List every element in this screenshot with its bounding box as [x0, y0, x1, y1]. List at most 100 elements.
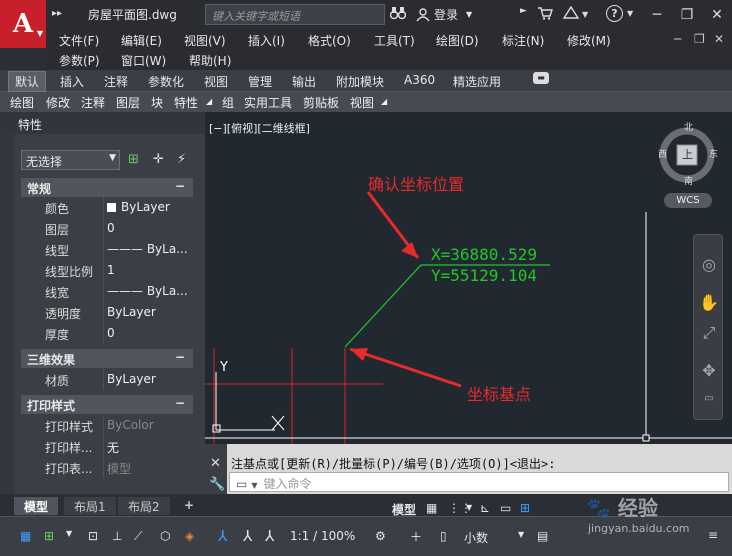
menu-help[interactable]: 帮助(H) [189, 52, 231, 69]
panel-modify[interactable]: 修改 [46, 94, 70, 111]
viewcube-top-face[interactable]: 上 [682, 146, 693, 162]
quick-properties-icon[interactable]: ▤ [537, 529, 548, 543]
orbit-icon[interactable]: ✥ [698, 361, 720, 383]
selection-dropdown[interactable]: 无选择 ▼ [21, 150, 120, 170]
snap-mode-icon[interactable]: ⊞ [44, 529, 54, 543]
units-value[interactable]: 小数 [464, 529, 488, 546]
customize-status-icon[interactable]: ≡ [708, 528, 718, 542]
menu-edit[interactable]: 编辑(E) [121, 32, 162, 49]
quick-select-icon[interactable]: ⚡ [177, 152, 186, 167]
steering-wheel-icon[interactable]: ◎ [698, 255, 720, 277]
app-logo-button[interactable]: A ▼ [0, 0, 46, 48]
property-row[interactable]: 打印样式 ByColor [21, 415, 193, 436]
menu-dimension[interactable]: 标注(N) [502, 32, 544, 49]
property-row[interactable]: 打印样... 无 [21, 436, 193, 457]
property-row[interactable]: 打印表... 模型 [21, 457, 193, 478]
restore-icon[interactable]: ❐ [672, 0, 702, 30]
panel-groups[interactable]: 组 [222, 94, 234, 111]
gear-icon[interactable]: ⚙ [375, 529, 386, 543]
isometric-icon[interactable]: ⬡ [160, 529, 170, 543]
tab-manage[interactable]: 管理 [248, 73, 272, 90]
menu-insert[interactable]: 插入(I) [248, 32, 285, 49]
zoom-extents-icon[interactable]: ⤢ [698, 323, 720, 345]
panel-layers[interactable]: 图层 [116, 94, 140, 111]
login-button[interactable]: 登录 ▼ [416, 6, 472, 23]
menu-window[interactable]: 窗口(W) [121, 52, 166, 69]
tab-layout1[interactable]: 布局1 [64, 497, 116, 515]
section-general[interactable]: 常规 − [21, 178, 193, 197]
panel-expand-icon[interactable]: ◢ [206, 97, 212, 106]
more-arrow-icon[interactable]: ► [520, 6, 527, 16]
annotation-scale-value[interactable]: 1:1 / 100% [290, 529, 355, 543]
tab-annotate[interactable]: 注释 [104, 73, 128, 90]
command-input[interactable]: ▭ ▼ 键入命令 [229, 472, 729, 492]
search-input[interactable]: 键入关键字或短语 [205, 4, 385, 25]
cart-icon[interactable] [537, 6, 553, 24]
panel-clipboard[interactable]: 剪贴板 [303, 94, 339, 111]
property-row[interactable]: 厚度 0 [21, 323, 193, 344]
property-row[interactable]: 线型比例 1 [21, 260, 193, 281]
add-layout-button[interactable]: + [174, 497, 204, 515]
menu-tools[interactable]: 工具(T) [374, 32, 415, 49]
wrench-icon[interactable]: 🔧 [209, 477, 225, 492]
menu-format[interactable]: 格式(O) [308, 32, 351, 49]
chevron-down-icon[interactable]: ▼ [466, 503, 472, 512]
property-row[interactable]: 图层 0 [21, 218, 193, 239]
auto-scale-icon[interactable]: ⅄ [243, 527, 252, 545]
tab-model[interactable]: 模型 [14, 497, 59, 515]
grid-icon[interactable]: ▦ [20, 529, 31, 543]
property-row[interactable]: 线型 ——— ByLa... [21, 239, 193, 260]
close-doc-icon[interactable]: ✕ [714, 32, 724, 46]
compass-north[interactable]: 北 [684, 120, 693, 133]
tab-view[interactable]: 视图 [204, 73, 228, 90]
section-3d-effects[interactable]: 三维效果 − [21, 349, 193, 368]
ortho-mode-icon[interactable]: ⊞ [520, 501, 530, 515]
panel-properties[interactable]: 特性 [174, 94, 198, 111]
restore-doc-icon[interactable]: ❐ [694, 32, 705, 46]
ortho-icon[interactable]: ⊥ [112, 529, 122, 543]
toggle-pickadd-icon[interactable]: ⊞ [128, 152, 139, 167]
showmotion-icon[interactable]: ▭ [698, 393, 720, 415]
annotation-scale-icon[interactable]: ⅄ [265, 527, 274, 545]
ribbon-toggle-icon[interactable]: ▬ [533, 72, 549, 84]
panel-block[interactable]: 块 [151, 94, 163, 111]
help-button[interactable]: ? ▼ [606, 5, 633, 22]
tab-layout2[interactable]: 布局2 [118, 497, 170, 515]
quick-access-toolbar-icon[interactable]: ▸▸ [52, 8, 62, 19]
chevron-down-icon[interactable]: ▼ [66, 529, 72, 538]
property-row[interactable]: 线宽 ——— ByLa... [21, 281, 193, 302]
tab-insert[interactable]: 插入 [60, 73, 84, 90]
model-space-toggle[interactable]: 模型 [392, 501, 416, 518]
grid-display-icon[interactable]: ▦ [426, 501, 437, 515]
menu-file[interactable]: 文件(F) [59, 32, 99, 49]
section-plot-style[interactable]: 打印样式 − [21, 395, 193, 414]
close-icon[interactable]: ✕ [702, 0, 732, 30]
property-row[interactable]: 材质 ByLayer [21, 369, 193, 390]
tab-default[interactable]: 默认 [8, 71, 47, 92]
tab-a360[interactable]: A360 [404, 73, 435, 87]
chevron-down-icon[interactable]: ▼ [582, 10, 588, 19]
viewcube[interactable]: 北 南 西 东 上 [649, 123, 718, 187]
dynamic-input-icon[interactable]: ▭ [500, 501, 511, 515]
polar-icon[interactable]: ⟋ [134, 529, 142, 544]
isolate-icon[interactable]: ▯ [440, 529, 447, 543]
tab-featured-apps[interactable]: 精选应用 [453, 73, 501, 90]
binoculars-icon[interactable] [389, 6, 407, 23]
chevron-down-icon[interactable]: ▼ [518, 530, 524, 539]
minimize-doc-icon[interactable]: ─ [674, 32, 681, 46]
menu-draw[interactable]: 绘图(D) [436, 32, 479, 49]
tab-addins[interactable]: 附加模块 [336, 73, 384, 90]
infer-constraints-icon[interactable]: ⊾ [480, 501, 490, 515]
compass-west[interactable]: 西 [658, 147, 667, 160]
close-icon[interactable]: ✕ [210, 456, 221, 471]
tab-output[interactable]: 输出 [292, 73, 316, 90]
panel-utilities[interactable]: 实用工具 [244, 94, 292, 111]
panel-draw[interactable]: 绘图 [10, 94, 34, 111]
compass-east[interactable]: 东 [709, 147, 718, 160]
viewport-controls[interactable]: [−][俯视][二维线框] [209, 120, 310, 136]
minimize-icon[interactable]: ─ [642, 0, 672, 30]
panel-view[interactable]: 视图 [350, 94, 374, 111]
menu-parametric[interactable]: 参数(P) [59, 52, 100, 69]
plus-icon[interactable]: ＋ [410, 528, 422, 545]
select-objects-icon[interactable]: ✛ [153, 152, 164, 167]
